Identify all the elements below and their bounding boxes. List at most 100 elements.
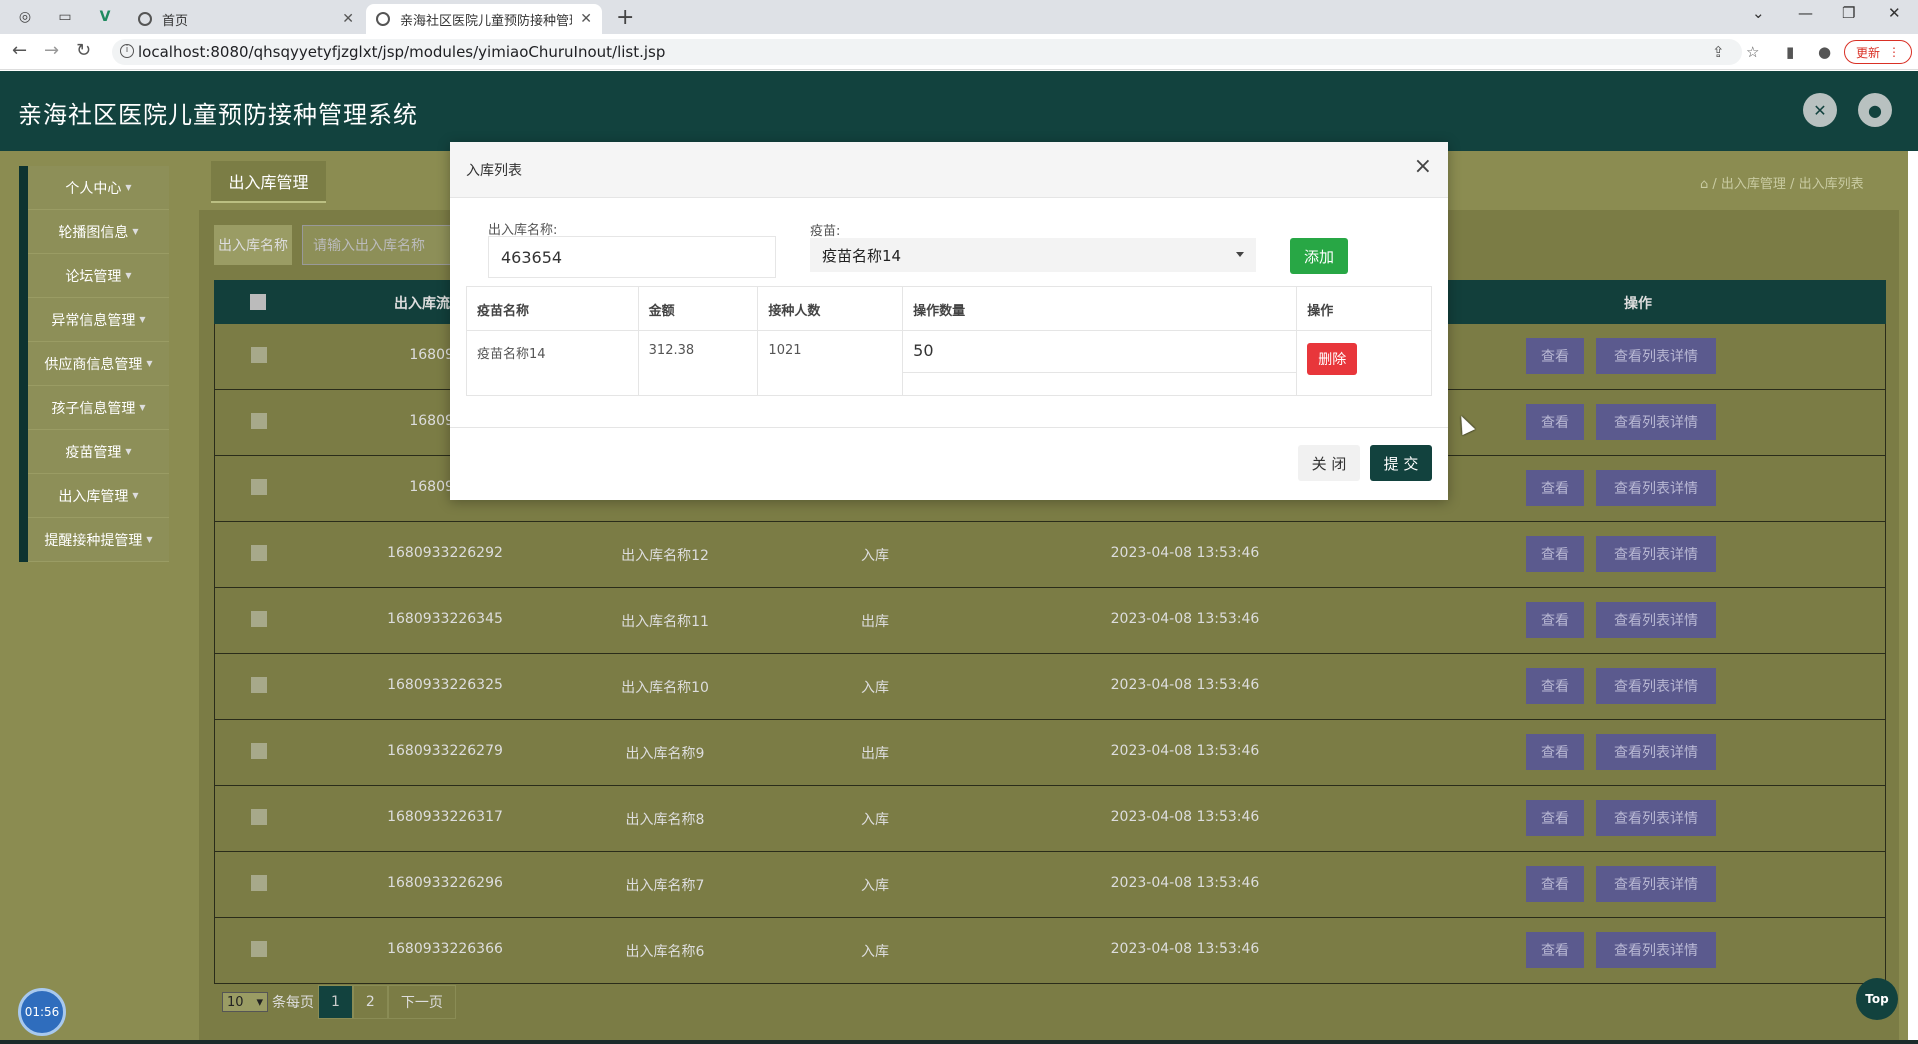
user-avatar-icon[interactable]: ● xyxy=(1858,93,1892,127)
row-checkbox[interactable] xyxy=(251,809,267,825)
view-button[interactable]: 查看 xyxy=(1526,932,1584,968)
page-tab[interactable]: 出入库管理 xyxy=(211,161,326,203)
profile-icon[interactable]: ● xyxy=(1818,43,1831,61)
restore-icon[interactable]: ❐ xyxy=(1842,4,1855,22)
view-button[interactable]: 查看 xyxy=(1526,866,1584,902)
close-button[interactable]: 关 闭 xyxy=(1298,445,1360,481)
sidebar-item-label: 提醒接种提管理 xyxy=(44,532,143,549)
table-row: 1680933226296 出入库名称7 入库 2023-04-08 13:53:46… xyxy=(214,852,1886,918)
row-checkbox[interactable] xyxy=(251,941,267,957)
row-checkbox[interactable] xyxy=(251,413,267,429)
view-button[interactable]: 查看 xyxy=(1526,734,1584,770)
back-to-top-button[interactable]: Top xyxy=(1856,978,1898,1020)
window-close-icon[interactable]: ✕ xyxy=(1888,4,1901,22)
view-detail-button[interactable]: 查看列表详情 xyxy=(1596,932,1716,968)
sidebar-item-personal[interactable]: 个人中心 ▼ xyxy=(28,166,169,210)
home-icon[interactable]: ⌂ xyxy=(1700,177,1708,192)
url-field[interactable]: i localhost:8080/qhsqyyetyfjzglxt/jsp/mo… xyxy=(112,39,1742,65)
sidebar-item-reminders[interactable]: 提醒接种提管理 ▼ xyxy=(28,518,169,562)
tab-active[interactable]: 亲海社区医院儿童预防接种管理系统 ✕ xyxy=(366,4,602,34)
row-checkbox[interactable] xyxy=(251,347,267,363)
pinned-tab-page-icon[interactable]: ▭ xyxy=(54,6,76,28)
scrollbar[interactable] xyxy=(1908,151,1918,1044)
view-button[interactable]: 查看 xyxy=(1526,404,1584,440)
add-button[interactable]: 添加 xyxy=(1290,238,1348,274)
reload-icon[interactable]: ↻ xyxy=(76,40,91,61)
site-info-icon[interactable]: i xyxy=(120,44,134,58)
caret-down-icon: ▼ xyxy=(125,447,132,456)
fullscreen-icon[interactable]: ✕ xyxy=(1803,93,1837,127)
modal-title: 入库列表 xyxy=(466,163,522,179)
col-id-header: 出入库流 xyxy=(394,296,450,312)
select-all-checkbox[interactable] xyxy=(250,294,266,310)
modal-header: 入库列表 × xyxy=(450,142,1448,198)
row-type: 出库 xyxy=(861,746,889,762)
row-time: 2023-04-08 13:53:46 xyxy=(1110,743,1260,759)
share-icon[interactable]: ⇪ xyxy=(1712,43,1725,61)
app-title: 亲海社区医院儿童预防接种管理系统 xyxy=(18,101,418,129)
page-2-button[interactable]: 2 xyxy=(352,985,388,1019)
back-icon[interactable]: ← xyxy=(12,40,27,61)
close-icon[interactable]: ✕ xyxy=(580,11,592,27)
minimize-icon[interactable]: — xyxy=(1798,4,1813,22)
row-checkbox[interactable] xyxy=(251,545,267,561)
view-button[interactable]: 查看 xyxy=(1526,800,1584,836)
forward-icon[interactable]: → xyxy=(44,40,59,61)
delete-button[interactable]: 删除 xyxy=(1307,343,1358,375)
view-detail-button[interactable]: 查看列表详情 xyxy=(1596,800,1716,836)
view-detail-button[interactable]: 查看列表详情 xyxy=(1596,734,1716,770)
sidepanel-icon[interactable]: ▮ xyxy=(1786,43,1794,61)
page-size-select[interactable]: 10 ▾ xyxy=(222,992,268,1012)
view-button[interactable]: 查看 xyxy=(1526,536,1584,572)
view-detail-button[interactable]: 查看列表详情 xyxy=(1596,470,1716,506)
sidebar-item-exceptions[interactable]: 异常信息管理 ▼ xyxy=(28,298,169,342)
view-button[interactable]: 查看 xyxy=(1526,602,1584,638)
row-checkbox[interactable] xyxy=(251,677,267,693)
row-checkbox[interactable] xyxy=(251,479,267,495)
pinned-tab-globe-icon[interactable]: ◎ xyxy=(14,6,36,28)
sidebar-item-label: 出入库管理 xyxy=(58,488,129,505)
row-time: 2023-04-08 13:53:46 xyxy=(1110,941,1260,957)
new-tab-icon[interactable]: + xyxy=(616,5,634,30)
close-icon[interactable]: × xyxy=(1414,156,1432,178)
sidebar-item-vaccines[interactable]: 疫苗管理 ▼ xyxy=(28,430,169,474)
qty-cell: 50 xyxy=(903,331,1298,395)
row-name: 出入库名称10 xyxy=(621,680,709,696)
view-button[interactable]: 查看 xyxy=(1526,668,1584,704)
tab-search-chevron-icon[interactable]: ⌄ xyxy=(1752,4,1765,22)
update-button[interactable]: 更新 ⋮ xyxy=(1844,40,1912,64)
page-size-value: 10 xyxy=(227,994,244,1010)
row-checkbox[interactable] xyxy=(251,743,267,759)
sidebar-item-carousel[interactable]: 轮播图信息 ▼ xyxy=(28,210,169,254)
vaccine-select-value: 疫苗名称14 xyxy=(822,246,902,265)
view-detail-button[interactable]: 查看列表详情 xyxy=(1596,668,1716,704)
sidebar-item-children[interactable]: 孩子信息管理 ▼ xyxy=(28,386,169,430)
view-detail-button[interactable]: 查看列表详情 xyxy=(1596,536,1716,572)
page-1-button[interactable]: 1 xyxy=(318,985,353,1019)
next-page-button[interactable]: 下一页 xyxy=(387,985,456,1019)
submit-button[interactable]: 提 交 xyxy=(1370,445,1432,481)
view-button[interactable]: 查看 xyxy=(1526,470,1584,506)
row-type: 入库 xyxy=(861,944,889,960)
vaccine-table-header: 疫苗名称 金额 接种人数 操作数量 操作 xyxy=(467,287,1431,331)
tab-home[interactable]: 首页 ✕ xyxy=(128,4,364,34)
sidebar-item-inout[interactable]: 出入库管理 ▼ xyxy=(28,474,169,518)
action-cell: 删除 xyxy=(1297,331,1431,395)
vaccine-select[interactable]: 疫苗名称14 xyxy=(810,238,1256,272)
row-checkbox[interactable] xyxy=(251,875,267,891)
view-detail-button[interactable]: 查看列表详情 xyxy=(1596,866,1716,902)
bookmark-star-icon[interactable]: ☆ xyxy=(1746,43,1759,61)
name-input[interactable]: 463654 xyxy=(488,236,776,278)
view-detail-button[interactable]: 查看列表详情 xyxy=(1596,404,1716,440)
sidebar-item-forum[interactable]: 论坛管理 ▼ xyxy=(28,254,169,298)
close-icon[interactable]: ✕ xyxy=(342,11,354,27)
sidebar-item-suppliers[interactable]: 供应商信息管理 ▼ xyxy=(28,342,169,386)
search-input[interactable]: 请输入出入库名称 xyxy=(302,225,472,265)
row-checkbox[interactable] xyxy=(251,611,267,627)
view-detail-button[interactable]: 查看列表详情 xyxy=(1596,602,1716,638)
quantity-input[interactable]: 50 xyxy=(903,331,1297,373)
view-button[interactable]: 查看 xyxy=(1526,338,1584,374)
view-detail-button[interactable]: 查看列表详情 xyxy=(1596,338,1716,374)
pinned-tab-vue-icon[interactable]: V xyxy=(94,6,116,28)
browser-tabbar: ◎ ▭ V 首页 ✕ 亲海社区医院儿童预防接种管理系统 ✕ + ⌄ — ❐ ✕ xyxy=(0,0,1918,34)
